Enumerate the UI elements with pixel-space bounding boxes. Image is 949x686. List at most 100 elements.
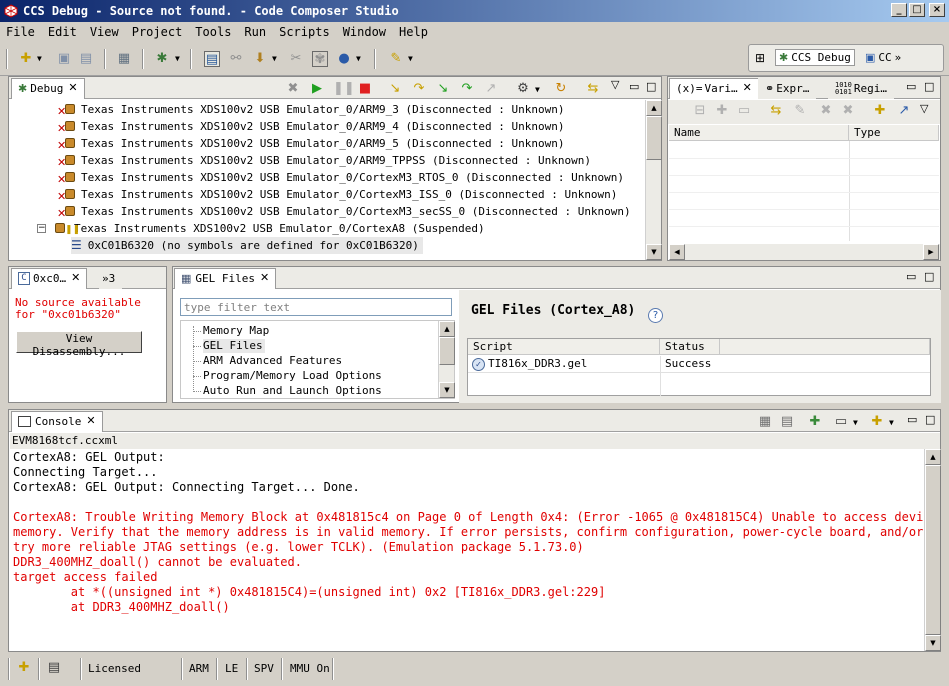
scroll-left-icon[interactable]: ◀	[669, 244, 685, 260]
minimize-view-icon[interactable]: ▭	[906, 271, 916, 283]
terminate-all-icon[interactable]: ✖	[285, 81, 301, 97]
remove-selected-icon[interactable]: ✖	[818, 103, 834, 119]
console-output[interactable]: CortexA8: GEL Output: Connecting Target.…	[9, 449, 924, 651]
stack-frame-item[interactable]: ☰ 0xC01B6320 (no symbols are defined for…	[71, 237, 423, 254]
debug-tree-item[interactable]: ✕ Texas Instruments XDS100v2 USB Emulato…	[57, 152, 591, 169]
perspective-cc[interactable]: ▣ CC »	[865, 51, 901, 64]
tab-console[interactable]: Console ✕	[11, 411, 103, 432]
step-return-icon[interactable]: ↗	[483, 81, 499, 97]
close-tab-icon[interactable]: ✕	[71, 272, 80, 284]
save-all-icon[interactable]: ▤	[78, 51, 94, 67]
external-tools-icon[interactable]: ●	[336, 51, 352, 67]
add-global-icon[interactable]: ✚	[714, 103, 730, 119]
debug-tree-item[interactable]: ✕ Texas Instruments XDS100v2 USB Emulato…	[57, 101, 564, 118]
scroll-thumb[interactable]	[646, 116, 662, 160]
console-scrollbar[interactable]: ▲ ▼	[924, 449, 941, 651]
maximize-view-icon[interactable]: □	[924, 81, 934, 93]
resume-icon[interactable]: ▶	[309, 81, 325, 97]
close-tab-icon[interactable]: ✕	[68, 82, 77, 94]
terminate-icon[interactable]: ■	[357, 81, 373, 97]
scroll-down-icon[interactable]: ▼	[439, 382, 455, 398]
scroll-down-icon[interactable]: ▼	[646, 244, 662, 260]
maximize-view-icon[interactable]: □	[924, 271, 934, 283]
pin-view-icon[interactable]: ↗	[896, 103, 912, 119]
tab-source[interactable]: C 0xc0… ✕	[11, 268, 88, 289]
target-connect-icon[interactable]: ▤	[204, 51, 220, 67]
menu-scripts[interactable]: Scripts	[279, 25, 330, 39]
tab-registers[interactable]: 1010 0101 Regi…	[828, 78, 894, 99]
breakpoint-icon[interactable]: ✂	[288, 51, 304, 67]
tab-gel-files[interactable]: ▦ GEL Files ✕	[174, 268, 277, 289]
assembly-step-into-icon[interactable]: ↘	[435, 81, 451, 97]
menu-tools[interactable]: Tools	[195, 25, 231, 39]
filter-input[interactable]: type filter text	[180, 298, 452, 316]
debug-tree-item[interactable]: ✕ Texas Instruments XDS100v2 USB Emulato…	[57, 169, 624, 186]
debug-dropdown-icon[interactable]: ▼	[175, 54, 180, 63]
remove-all-icon[interactable]: ✖	[840, 103, 856, 119]
tree-item-gel-files[interactable]: GEL Files	[203, 339, 265, 353]
collapse-all-icon[interactable]: ⊟	[692, 103, 708, 119]
pin-variables-icon[interactable]: ✎	[792, 103, 808, 119]
minimize-view-icon[interactable]: ▭	[629, 81, 639, 93]
tab-expressions[interactable]: ⚭ Expr…	[758, 78, 817, 99]
debug-tree-item[interactable]: ✕ Texas Instruments XDS100v2 USB Emulato…	[57, 135, 564, 152]
close-window-button[interactable]: ×	[929, 3, 945, 17]
tree-item-program-load-options[interactable]: Program/Memory Load Options	[203, 369, 382, 383]
maximize-view-icon[interactable]: □	[646, 81, 656, 93]
reset-icon[interactable]: ⚙	[515, 81, 531, 97]
perspective-overflow[interactable]: »	[895, 51, 902, 64]
open-perspective-icon[interactable]: ⊞	[755, 51, 765, 65]
menu-edit[interactable]: Edit	[48, 25, 77, 39]
minimize-view-icon[interactable]: ▭	[906, 81, 916, 93]
variables-hscrollbar[interactable]: ◀ ▶	[669, 244, 940, 260]
debug-scrollbar[interactable]: ▲ ▼	[645, 100, 662, 260]
view-disassembly-button[interactable]: View Disassembly...	[16, 331, 142, 358]
scroll-down-icon[interactable]: ▼	[925, 635, 941, 651]
column-header-name[interactable]: Name	[669, 125, 849, 141]
close-tab-icon[interactable]: ✕	[743, 82, 752, 94]
maximize-button[interactable]: □	[909, 3, 925, 17]
menu-view[interactable]: View	[90, 25, 119, 39]
open-console-icon[interactable]: ✚	[869, 414, 885, 430]
scroll-thumb[interactable]	[925, 465, 941, 635]
perspective-ccs-debug[interactable]: ✱ CCS Debug	[775, 49, 855, 66]
collapse-toggle[interactable]: −	[37, 224, 46, 233]
scroll-up-icon[interactable]: ▲	[439, 321, 455, 337]
tab-variables[interactable]: (x)= Vari… ✕	[669, 78, 759, 99]
scroll-up-icon[interactable]: ▲	[925, 449, 941, 465]
link-icon[interactable]: ⚯	[228, 51, 244, 67]
debug-tree-item-cortexa8[interactable]: − ❚❚ Texas Instruments XDS100v2 USB Emul…	[37, 220, 485, 237]
debug-tree-item[interactable]: ✕ Texas Instruments XDS100v2 USB Emulato…	[57, 203, 631, 220]
display-console-icon[interactable]: ▭	[833, 414, 849, 430]
tree-item-memory-map[interactable]: Memory Map	[203, 324, 269, 338]
pin-icon[interactable]: ✎	[388, 51, 404, 67]
save-icon[interactable]: ▣	[56, 51, 72, 67]
view-menu-icon[interactable]: ▽	[920, 103, 928, 115]
menu-project[interactable]: Project	[132, 25, 183, 39]
debug-tree-item[interactable]: ✕ Texas Instruments XDS100v2 USB Emulato…	[57, 186, 617, 203]
debug-tree-item[interactable]: ✕ Texas Instruments XDS100v2 USB Emulato…	[57, 118, 564, 135]
print-icon[interactable]: ▦	[116, 51, 132, 67]
load-dropdown-icon[interactable]: ▼	[272, 54, 277, 63]
sync-icon[interactable]: ⇆	[585, 81, 601, 97]
maximize-view-icon[interactable]: □	[925, 414, 935, 426]
title-bar[interactable]: CCS Debug - Source not found. - Code Com…	[0, 0, 949, 22]
tree-item-arm-advanced[interactable]: ARM Advanced Features	[203, 354, 342, 368]
column-header-script[interactable]: Script	[468, 339, 660, 355]
close-tab-icon[interactable]: ✕	[260, 272, 269, 284]
menu-run[interactable]: Run	[244, 25, 266, 39]
refresh-icon[interactable]: ⇆	[768, 103, 784, 119]
new-dropdown-icon[interactable]: ▼	[37, 54, 42, 63]
remove-icon[interactable]: ▭	[736, 103, 752, 119]
scroll-up-icon[interactable]: ▲	[646, 100, 662, 116]
tab-overflow[interactable]: »3	[99, 268, 123, 289]
new-view-icon[interactable]: ✚	[872, 103, 888, 119]
tree-item-auto-run-options[interactable]: Auto Run and Launch Options	[203, 384, 382, 398]
gel-tree-scrollbar[interactable]: ▲ ▼	[438, 321, 455, 398]
suspend-icon[interactable]: ❚❚	[333, 81, 355, 97]
minimize-button[interactable]: _	[891, 3, 907, 17]
external-tools-dropdown-icon[interactable]: ▼	[356, 54, 361, 63]
table-row[interactable]: ✓ TI816x_DDR3.gel Success	[468, 356, 930, 373]
menu-window[interactable]: Window	[343, 25, 386, 39]
step-over-icon[interactable]: ↷	[411, 81, 427, 97]
